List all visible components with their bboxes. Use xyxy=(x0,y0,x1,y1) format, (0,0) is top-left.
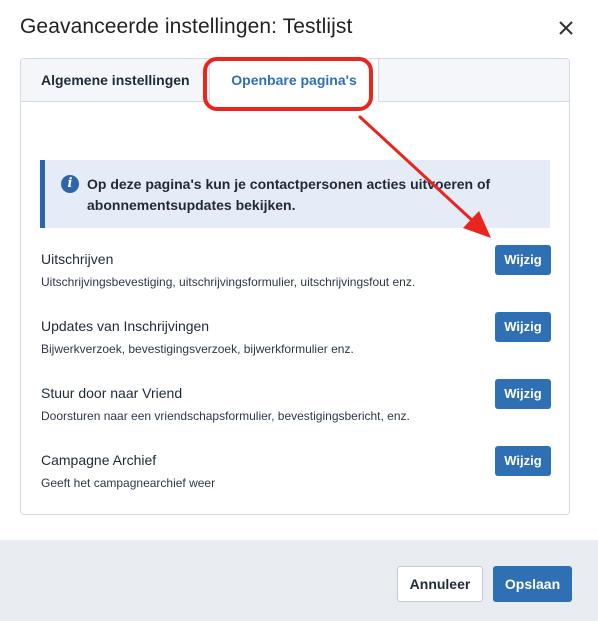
dialog-footer: Annuleer Opslaan xyxy=(0,540,598,621)
page-item-description: Uitschrijvingsbevestiging, uitschrijving… xyxy=(41,275,416,289)
list-item: Updates van Inschrijvingen Bijwerkverzoe… xyxy=(41,312,551,368)
save-button[interactable]: Opslaan xyxy=(493,566,572,602)
info-icon: i xyxy=(61,175,79,193)
list-item: Campagne Archief Geeft het campagnearchi… xyxy=(41,446,551,502)
page-item-description: Bijwerkverzoek, bevestigingsverzoek, bij… xyxy=(41,342,354,356)
page-item-title: Uitschrijven xyxy=(41,251,114,267)
page-item-title: Stuur door naar Vriend xyxy=(41,385,183,401)
page-item-description: Doorsturen naar een vriendschapsformulie… xyxy=(41,409,410,423)
page-item-title: Updates van Inschrijvingen xyxy=(41,318,210,334)
close-icon xyxy=(559,21,573,35)
edit-subscription-updates-button[interactable]: Wijzig xyxy=(495,312,551,342)
info-text: Op deze pagina's kun je contactpersonen … xyxy=(87,176,491,213)
edit-campaign-archive-button[interactable]: Wijzig xyxy=(495,446,551,476)
edit-forward-to-friend-button[interactable]: Wijzig xyxy=(495,379,551,409)
list-item: Uitschrijven Uitschrijvingsbevestiging, … xyxy=(41,245,551,301)
cancel-button[interactable]: Annuleer xyxy=(397,566,483,602)
page-item-title: Campagne Archief xyxy=(41,452,157,468)
edit-unsubscribe-button[interactable]: Wijzig xyxy=(495,245,551,275)
annotation-highlight-box xyxy=(203,57,373,111)
close-button[interactable] xyxy=(552,14,580,42)
tab-general-settings[interactable]: Algemene instellingen xyxy=(41,59,190,101)
dialog-header: Geavanceerde instellingen: Testlijst xyxy=(0,0,598,58)
dialog-title: Geavanceerde instellingen: Testlijst xyxy=(20,15,353,38)
list-item: Stuur door naar Vriend Doorsturen naar e… xyxy=(41,379,551,435)
page-item-description: Geeft het campagnearchief weer xyxy=(41,476,216,490)
info-banner: i Op deze pagina's kun je contactpersone… xyxy=(40,160,550,228)
